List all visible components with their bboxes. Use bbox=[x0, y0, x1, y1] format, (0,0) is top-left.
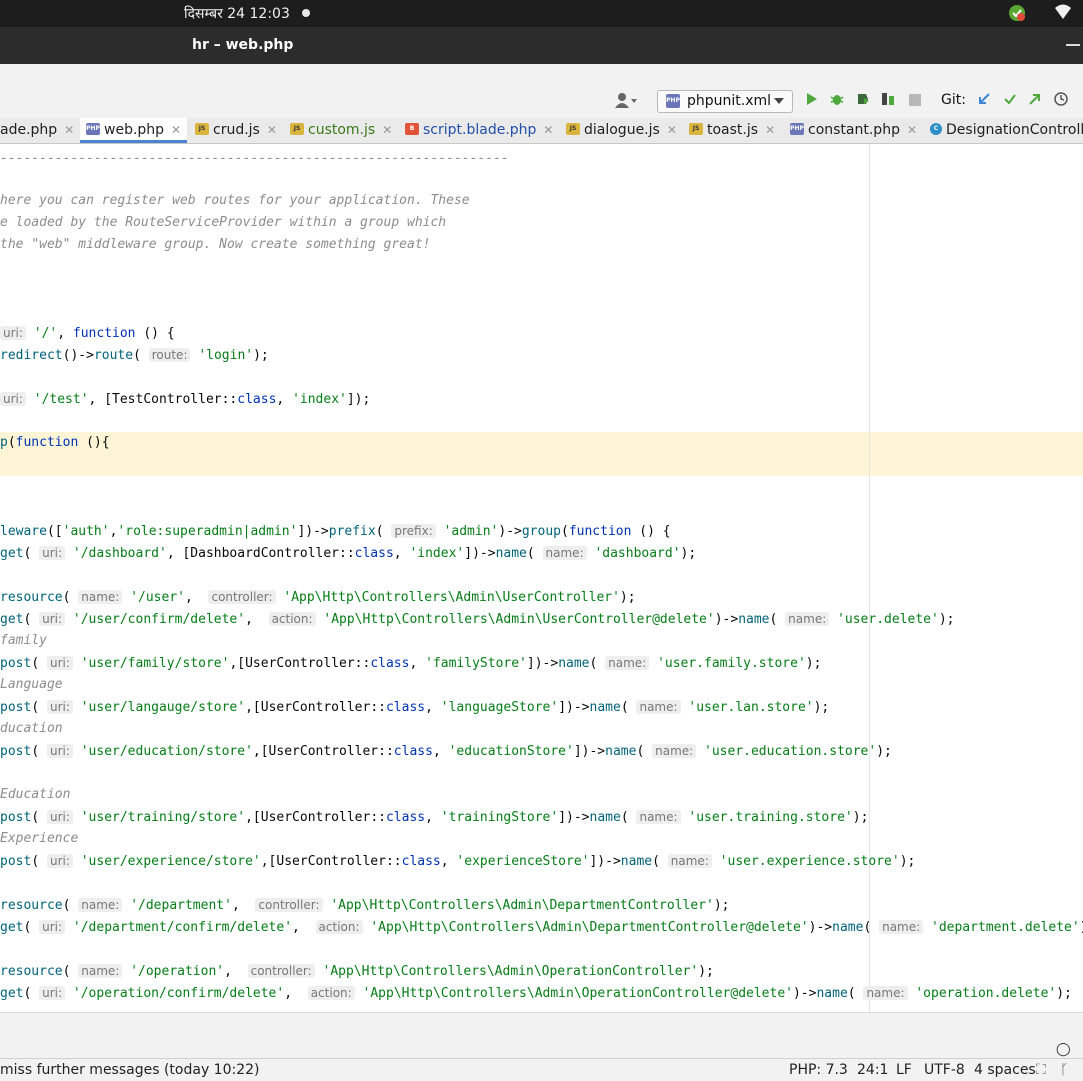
window-title: hr – web.php bbox=[192, 37, 294, 53]
code-line: Language bbox=[0, 677, 63, 692]
status-message[interactable]: miss further messages (today 10:22) bbox=[0, 1062, 260, 1078]
code-editor[interactable]: ----------------------------------------… bbox=[0, 144, 1083, 1012]
indent-widget[interactable]: 4 spaces bbox=[974, 1062, 1036, 1078]
coverage-icon[interactable] bbox=[855, 92, 871, 110]
class-icon: C bbox=[930, 123, 942, 135]
tab-label: constant.php bbox=[808, 122, 900, 138]
code-line: post( uri: 'user/training/store',[UserCo… bbox=[0, 810, 869, 825]
code-line: post( uri: 'user/education/store',[UserC… bbox=[0, 744, 892, 759]
tab-web-php[interactable]: PHP web.php ✕ bbox=[80, 118, 188, 143]
stop-icon[interactable] bbox=[907, 92, 923, 110]
close-icon[interactable]: ✕ bbox=[667, 123, 677, 137]
tool-window-strip bbox=[0, 1012, 1083, 1059]
code-line: get( uri: '/operation/confirm/delete', a… bbox=[0, 986, 1072, 1001]
chevron-down-icon bbox=[774, 98, 784, 104]
current-line-highlight bbox=[0, 432, 1083, 476]
tab-label: script.blade.php bbox=[423, 122, 537, 138]
tab-label: custom.js bbox=[308, 122, 376, 138]
code-line: e loaded by the RouteServiceProvider wit… bbox=[0, 215, 447, 230]
code-line: ducation bbox=[0, 721, 63, 736]
code-line: the "web" middleware group. Now create s… bbox=[0, 237, 431, 252]
event-log-icon: ◯ bbox=[1056, 1042, 1071, 1057]
code-line: leware(['auth','role:superadmin|admin'])… bbox=[0, 524, 671, 539]
close-icon[interactable]: ✕ bbox=[267, 123, 277, 137]
code-line: ----------------------------------------… bbox=[0, 151, 509, 166]
close-icon[interactable]: ✕ bbox=[171, 123, 181, 137]
code-line: get( uri: '/user/confirm/delete', action… bbox=[0, 612, 955, 627]
close-icon[interactable]: ✕ bbox=[382, 123, 392, 137]
js-file-icon: JS bbox=[566, 123, 580, 135]
js-file-icon: JS bbox=[195, 123, 209, 135]
close-icon[interactable]: ✕ bbox=[907, 123, 917, 137]
run-configuration-select[interactable]: PHP phpunit.xml bbox=[657, 90, 793, 113]
window-title-bar: hr – web.php bbox=[0, 27, 1083, 64]
code-line: redirect()->route( route: 'login'); bbox=[0, 348, 269, 363]
tab-designation-controller[interactable]: C DesignationControll bbox=[930, 118, 1083, 143]
code-line: get( uri: '/dashboard', [DashboardContro… bbox=[0, 546, 697, 561]
code-line: uri: '/test', [TestController::class, 'i… bbox=[0, 388, 370, 410]
wifi-icon[interactable] bbox=[1054, 4, 1072, 24]
code-line: here you can register web routes for you… bbox=[0, 193, 470, 208]
tab-crud-js[interactable]: JS crud.js ✕ bbox=[195, 118, 277, 143]
tab-custom-js[interactable]: JS custom.js ✕ bbox=[290, 118, 392, 143]
tab-label: toast.js bbox=[707, 122, 759, 138]
git-branch-icon[interactable]: ᚴ bbox=[1060, 1062, 1068, 1078]
tab-toast-js[interactable]: JS toast.js ✕ bbox=[689, 118, 775, 143]
editor-tabs: ade.php ✕ PHP web.php ✕ JS crud.js ✕ JS custom… bbox=[0, 118, 1083, 144]
notification-dot bbox=[302, 9, 310, 17]
code-line: Experience bbox=[0, 831, 79, 846]
update-shield-icon[interactable] bbox=[1008, 4, 1026, 26]
git-history-icon[interactable] bbox=[1053, 92, 1069, 110]
tab-constant-php[interactable]: PHP constant.php ✕ bbox=[790, 118, 917, 143]
git-push-icon[interactable] bbox=[1027, 92, 1043, 110]
js-file-icon: JS bbox=[290, 123, 304, 135]
code-line: post( uri: 'user/langauge/store',[UserCo… bbox=[0, 700, 830, 715]
code-line: post( uri: 'user/experience/store',[User… bbox=[0, 854, 916, 869]
code-line: get( uri: '/department/confirm/delete', … bbox=[0, 920, 1083, 935]
tab-label: dialogue.js bbox=[584, 122, 660, 138]
php-version-widget[interactable]: PHP: 7.3 bbox=[789, 1062, 848, 1078]
code-line: resource( name: '/user', controller: 'Ap… bbox=[0, 590, 636, 605]
code-line: uri: '/', function () { bbox=[0, 322, 175, 344]
encoding-widget[interactable]: UTF-8 bbox=[924, 1062, 965, 1078]
status-bar: miss further messages (today 10:22) PHP:… bbox=[0, 1058, 1083, 1081]
tab-dialogue-js[interactable]: JS dialogue.js ✕ bbox=[566, 118, 677, 143]
php-file-icon: PHP bbox=[666, 94, 680, 108]
tab-label: crud.js bbox=[213, 122, 260, 138]
tab-ade-php[interactable]: ade.php ✕ bbox=[0, 118, 74, 143]
caret-position-widget[interactable]: 24:1 bbox=[857, 1062, 888, 1078]
blade-file-icon: B bbox=[405, 123, 419, 135]
tab-label: ade.php bbox=[0, 122, 58, 138]
code-line: p(function (){ bbox=[0, 435, 110, 450]
code-line: family bbox=[0, 633, 47, 648]
minimize-icon[interactable] bbox=[1066, 44, 1080, 46]
git-update-icon[interactable] bbox=[976, 92, 992, 110]
run-configuration-label: phpunit.xml bbox=[687, 93, 772, 109]
tab-script-blade-php[interactable]: Bscript.blade.php ✕ bbox=[405, 118, 553, 143]
debug-icon[interactable] bbox=[829, 92, 845, 110]
php-file-icon: PHP bbox=[790, 123, 804, 135]
tab-label: web.php bbox=[104, 122, 165, 138]
system-top-bar: दिसम्बर 24 12:03 bbox=[0, 0, 1083, 27]
close-icon[interactable]: ✕ bbox=[543, 123, 553, 137]
code-line: resource( name: '/operation', controller… bbox=[0, 964, 714, 979]
code-line: post( uri: 'user/family/store',[UserCont… bbox=[0, 656, 822, 671]
code-line: Education bbox=[0, 787, 71, 802]
close-icon[interactable]: ✕ bbox=[765, 123, 775, 137]
js-file-icon: JS bbox=[689, 123, 703, 135]
profile-icon[interactable] bbox=[880, 92, 896, 110]
run-icon[interactable] bbox=[804, 92, 820, 110]
tab-label: DesignationControll bbox=[946, 122, 1083, 138]
git-label: Git: bbox=[941, 92, 966, 108]
system-clock[interactable]: दिसम्बर 24 12:03 bbox=[184, 4, 290, 23]
line-ending-widget[interactable]: LF bbox=[896, 1062, 912, 1078]
php-file-icon: PHP bbox=[86, 123, 100, 135]
close-icon[interactable]: ✕ bbox=[64, 123, 74, 137]
right-margin-guide bbox=[869, 144, 870, 1012]
user-icon[interactable] bbox=[614, 92, 638, 110]
git-commit-icon[interactable] bbox=[1002, 92, 1018, 110]
code-line: resource( name: '/department', controlle… bbox=[0, 898, 730, 913]
editorconfig-icon[interactable]: ⛶ bbox=[1036, 1062, 1046, 1078]
